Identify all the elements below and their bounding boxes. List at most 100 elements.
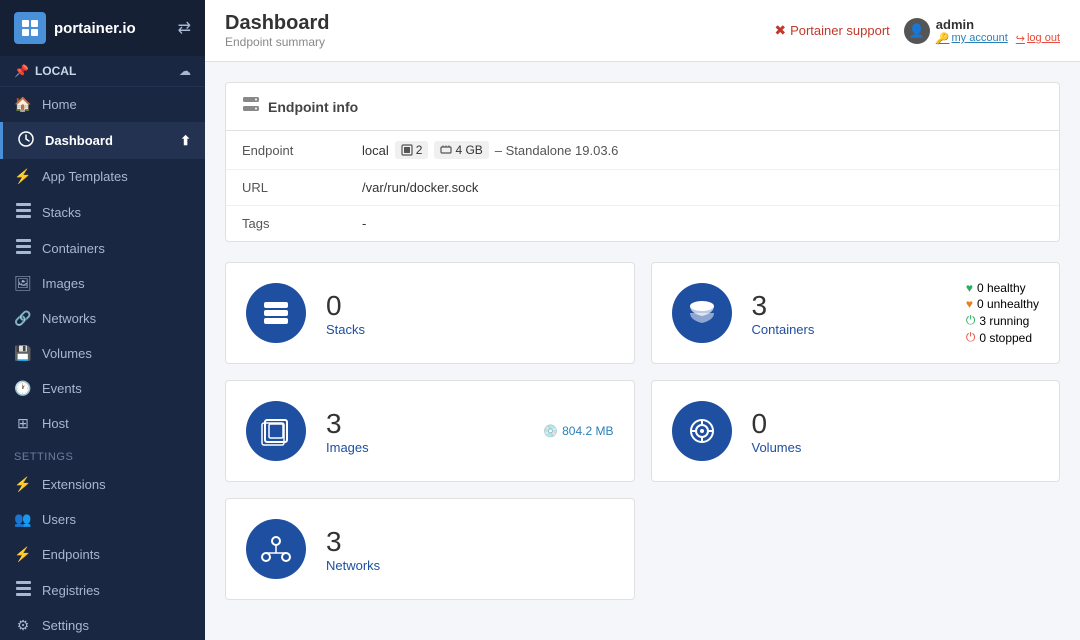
dashboard-icon [17, 131, 35, 150]
sidebar-item-endpoints[interactable]: ⚡ Endpoints [0, 537, 205, 572]
topbar-titles: Dashboard Endpoint summary [225, 12, 329, 49]
sidebar-item-volumes[interactable]: 💾 Volumes [0, 336, 205, 371]
account-icon: 🔑 [936, 32, 950, 45]
content-area: Endpoint info Endpoint local 2 [205, 62, 1080, 640]
events-nav-icon: 🕐 [14, 380, 32, 397]
images-stat-card[interactable]: 3 Images 💿 804.2 MB [225, 380, 635, 482]
endpoints-icon: ⚡ [14, 546, 32, 563]
sidebar-item-extensions[interactable]: ⚡ Extensions [0, 467, 205, 502]
stacks-stat-card[interactable]: 0 Stacks [225, 262, 635, 364]
support-label: Portainer support [790, 23, 890, 38]
sidebar-item-users[interactable]: 👥 Users [0, 502, 205, 537]
registries-icon [14, 581, 32, 599]
url-value: /var/run/docker.sock [346, 170, 1059, 206]
containers-stat-card[interactable]: 3 Containers ♥ 0 healthy ♥ 0 unhealthy ⏻… [651, 262, 1061, 364]
sidebar-item-settings-label: Settings [42, 618, 89, 633]
sidebar-item-containers-label: Containers [42, 241, 105, 256]
sidebar-nav: 🏠 Home Dashboard ⬆ ⚡ App Templates [0, 87, 205, 640]
sidebar-item-endpoints-label: Endpoints [42, 547, 100, 562]
stacks-info: 0 Stacks [326, 290, 365, 337]
sidebar-item-networks[interactable]: 🔗 Networks [0, 301, 205, 336]
images-extra: 💿 804.2 MB [543, 424, 613, 438]
sidebar-item-stacks[interactable]: Stacks [0, 194, 205, 230]
cpu-badge: 2 [395, 141, 429, 159]
containers-label: Containers [752, 322, 815, 337]
admin-links: 🔑 my account ↪ log out [936, 32, 1060, 45]
endpoint-badge: local 2 4 GB – Standalone 19.03.6 [362, 141, 618, 159]
sidebar-item-containers[interactable]: Containers [0, 230, 205, 266]
endpoint-type: – Standalone 19.03.6 [495, 143, 619, 158]
sidebar-item-registries[interactable]: Registries [0, 572, 205, 608]
endpoint-value: local 2 4 GB – Standalone 19.03.6 [346, 131, 1059, 170]
unhealthy-count: 0 unhealthy [977, 297, 1039, 311]
endpoint-row-tags: Tags - [226, 206, 1059, 242]
sidebar-item-networks-label: Networks [42, 311, 96, 326]
sidebar-item-users-label: Users [42, 512, 76, 527]
sidebar-item-app-templates[interactable]: ⚡ App Templates [0, 159, 205, 194]
running-icon: ⏻ [966, 313, 976, 328]
stacks-label: Stacks [326, 322, 365, 337]
sidebar-item-volumes-label: Volumes [42, 346, 92, 361]
sidebar-item-settings[interactable]: ⚙ Settings [0, 608, 205, 640]
containers-extra: ♥ 0 healthy ♥ 0 unhealthy ⏻ 3 running ⏻ … [966, 279, 1039, 347]
users-icon: 👥 [14, 511, 32, 528]
volumes-label: Volumes [752, 440, 802, 455]
volumes-stat-card[interactable]: 0 Volumes [651, 380, 1061, 482]
endpoint-label: Endpoint [226, 131, 346, 170]
topbar-right: ✖ Portainer support 👤 admin 🔑 my account… [774, 17, 1060, 45]
tags-value: - [346, 206, 1059, 242]
portainer-support-link[interactable]: ✖ Portainer support [774, 22, 889, 39]
server-icon [242, 95, 260, 118]
sidebar-item-images-label: Images [42, 276, 85, 291]
volumes-nav-icon: 💾 [14, 345, 32, 362]
main-content: Dashboard Endpoint summary ✖ Portainer s… [205, 0, 1080, 640]
cloud-icon: ☁ [179, 64, 191, 78]
logo-arrows: ⇄ [178, 18, 191, 38]
sidebar-item-registries-label: Registries [42, 583, 100, 598]
networks-icon-circle [246, 519, 306, 579]
images-icon-circle [246, 401, 306, 461]
unhealthy-heart-icon: ♥ [966, 297, 973, 311]
images-label: Images [326, 440, 369, 455]
networks-stat-card[interactable]: 3 Networks [225, 498, 635, 600]
sidebar-item-host[interactable]: ⊞ Host [0, 406, 205, 441]
images-nav-icon: 🖼 [14, 275, 32, 292]
admin-name: admin [936, 17, 1060, 32]
extensions-icon: ⚡ [14, 476, 32, 493]
sidebar-item-events-label: Events [42, 381, 82, 396]
sidebar-item-home[interactable]: 🏠 Home [0, 87, 205, 122]
home-icon: 🏠 [14, 96, 32, 113]
sidebar-item-dashboard-label: Dashboard [45, 133, 113, 148]
networks-nav-icon: 🔗 [14, 310, 32, 327]
topbar: Dashboard Endpoint summary ✖ Portainer s… [205, 0, 1080, 62]
volumes-info: 0 Volumes [752, 408, 802, 455]
sidebar-item-events[interactable]: 🕐 Events [0, 371, 205, 406]
healthy-heart-icon: ♥ [966, 281, 973, 295]
endpoint-info-header: Endpoint info [226, 83, 1059, 131]
log-out-link[interactable]: ↪ log out [1016, 32, 1060, 45]
my-account-link[interactable]: 🔑 my account [936, 32, 1008, 45]
containers-nav-icon [14, 239, 32, 257]
sidebar-item-home-label: Home [42, 97, 77, 112]
stacks-icon-circle [246, 283, 306, 343]
support-icon: ✖ [774, 22, 786, 39]
stacks-nav-icon [14, 203, 32, 221]
stacks-number: 0 [326, 290, 365, 322]
networks-info: 3 Networks [326, 526, 380, 573]
endpoint-row-endpoint: Endpoint local 2 4 GB [226, 131, 1059, 170]
volumes-number: 0 [752, 408, 802, 440]
sidebar-item-dashboard[interactable]: Dashboard ⬆ [0, 122, 205, 159]
endpoint-info-card: Endpoint info Endpoint local 2 [225, 82, 1060, 242]
app-templates-icon: ⚡ [14, 168, 32, 185]
sidebar-logo: portainer.io ⇄ [0, 0, 205, 56]
sidebar-item-images[interactable]: 🖼 Images [0, 266, 205, 301]
settings-section-label: SETTINGS [0, 441, 205, 467]
endpoint-table: Endpoint local 2 4 GB [226, 131, 1059, 241]
env-label: LOCAL [35, 64, 76, 78]
sidebar-item-stacks-label: Stacks [42, 205, 81, 220]
tags-label: Tags [226, 206, 346, 242]
stopped-line: ⏻ 0 stopped [966, 330, 1039, 345]
logout-icon: ↪ [1016, 32, 1025, 45]
stopped-icon: ⏻ [966, 330, 976, 345]
running-line: ⏻ 3 running [966, 313, 1039, 328]
